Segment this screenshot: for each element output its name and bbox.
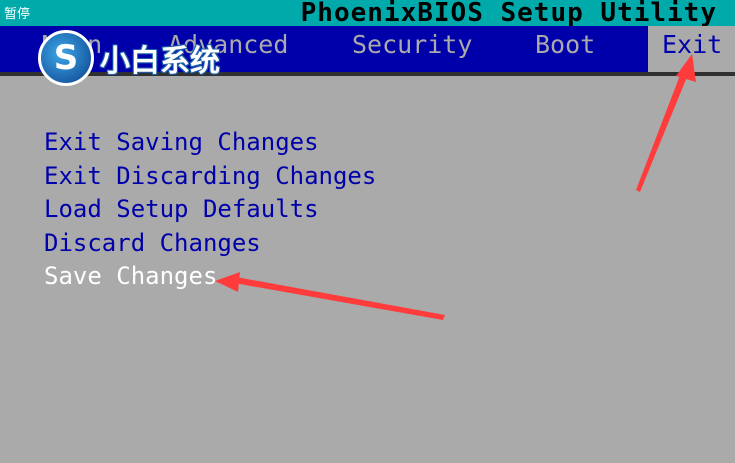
- title-bar: 暂停 PhoenixBIOS Setup Utility: [0, 0, 735, 28]
- watermark-logo: S 小白系统: [38, 30, 220, 86]
- logo-s-icon: S: [38, 30, 94, 86]
- paused-label: 暂停: [4, 7, 31, 22]
- tab-security[interactable]: Security: [352, 30, 472, 60]
- option-load-setup-defaults[interactable]: Load Setup Defaults: [44, 193, 376, 227]
- tab-boot[interactable]: Boot: [535, 30, 595, 60]
- option-save-changes[interactable]: Save Changes: [44, 260, 376, 294]
- watermark-text: 小白系统: [100, 44, 220, 79]
- option-exit-saving-changes[interactable]: Exit Saving Changes: [44, 126, 376, 160]
- app-title: PhoenixBIOS Setup Utility: [300, 0, 717, 28]
- exit-options-list: Exit Saving Changes Exit Discarding Chan…: [44, 126, 376, 294]
- option-discard-changes[interactable]: Discard Changes: [44, 227, 376, 261]
- option-exit-discarding-changes[interactable]: Exit Discarding Changes: [44, 160, 376, 194]
- tab-exit[interactable]: Exit: [648, 26, 735, 72]
